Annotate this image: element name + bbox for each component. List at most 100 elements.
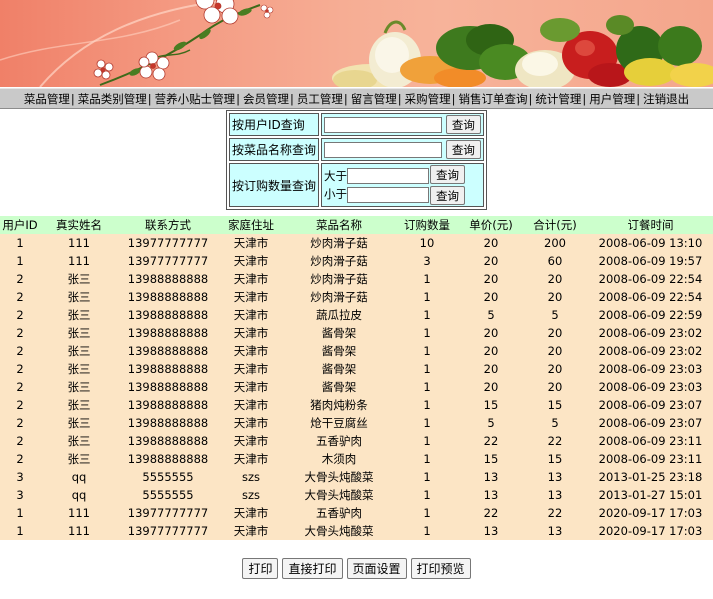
table-cell: 111 (40, 522, 118, 540)
query-by-dish-name-button[interactable]: 查询 (445, 140, 481, 159)
nav-item-4[interactable]: 员工管理 (296, 91, 344, 107)
table-cell: 2 (0, 270, 40, 288)
table-row: 1 111 13977777777 天津市 大骨头炖酸菜 1 13 13 2020-09-17 … (0, 522, 713, 540)
query-greater-button[interactable]: 查询 (430, 165, 466, 184)
dish-name-input[interactable] (324, 141, 443, 158)
table-cell: 200 (522, 234, 588, 252)
table-cell: 2013-01-25 23:18 (588, 468, 713, 486)
table-cell: 2008-06-09 23:03 (588, 360, 713, 378)
table-cell: 张三 (40, 396, 118, 414)
table-cell: 20 (460, 288, 522, 306)
print-button[interactable]: 打印 (242, 558, 279, 579)
table-cell: 20 (522, 378, 588, 396)
table-cell: 13988888888 (118, 432, 218, 450)
table-cell: 天津市 (218, 324, 284, 342)
table-row: 2 张三 13988888888 天津市 炒肉滑子菇 1 20 20 2008-06-09 22… (0, 288, 713, 306)
direct-print-button[interactable]: 直接打印 (282, 558, 343, 579)
nav-item-8[interactable]: 统计管理 (534, 91, 582, 107)
table-cell: 天津市 (218, 288, 284, 306)
banner-artwork (0, 0, 713, 87)
column-header: 真实姓名 (40, 216, 118, 234)
flower-small (93, 59, 114, 80)
column-header: 菜品名称 (284, 216, 394, 234)
table-cell: 酱骨架 (284, 324, 394, 342)
table-cell: 张三 (40, 378, 118, 396)
quantity-min-input[interactable] (347, 168, 430, 184)
table-cell: 20 (522, 342, 588, 360)
table-cell: 张三 (40, 432, 118, 450)
table-cell: 天津市 (218, 450, 284, 468)
print-preview-button[interactable]: 打印预览 (410, 558, 471, 579)
table-cell: 13 (460, 468, 522, 486)
table-cell: szs (218, 468, 284, 486)
table-cell: 酱骨架 (284, 378, 394, 396)
nav-item-1[interactable]: 菜品类别管理 (77, 91, 148, 107)
table-cell: 天津市 (218, 270, 284, 288)
table-row: 2 张三 13988888888 天津市 炒肉滑子菇 1 20 20 2008-06-09 22… (0, 270, 713, 288)
table-cell: 15 (522, 396, 588, 414)
table-cell: 2 (0, 306, 40, 324)
table-cell: 张三 (40, 288, 118, 306)
table-cell: 1 (394, 270, 460, 288)
table-cell: 2008-06-09 23:02 (588, 324, 713, 342)
table-cell: 2008-06-09 22:54 (588, 270, 713, 288)
query-by-dish-name-label: 按菜品名称查询 (229, 138, 320, 161)
table-cell: 13988888888 (118, 306, 218, 324)
table-cell: 2 (0, 324, 40, 342)
column-header: 订餐时间 (588, 216, 713, 234)
nav-item-10[interactable]: 注销退出 (642, 91, 690, 107)
table-cell: 1 (0, 504, 40, 522)
table-cell: 15 (460, 450, 522, 468)
table-cell: 22 (522, 504, 588, 522)
table-cell: 13977777777 (118, 504, 218, 522)
table-cell: 13988888888 (118, 414, 218, 432)
table-cell: 2008-06-09 22:54 (588, 288, 713, 306)
table-cell: 20 (460, 360, 522, 378)
user-id-input[interactable] (324, 116, 443, 133)
table-cell: 2008-06-09 19:57 (588, 252, 713, 270)
query-by-user-id-button[interactable]: 查询 (445, 115, 481, 134)
table-cell: 2008-06-09 23:07 (588, 414, 713, 432)
table-cell: 13 (460, 486, 522, 504)
column-header: 用户ID (0, 216, 40, 234)
table-cell: 1 (394, 378, 460, 396)
table-cell: 13977777777 (118, 522, 218, 540)
nav-item-2[interactable]: 营养小贴士管理 (154, 91, 237, 107)
nav-item-6[interactable]: 采购管理 (404, 91, 452, 107)
nav-item-7[interactable]: 销售订单查询 (458, 91, 529, 107)
table-cell: 张三 (40, 324, 118, 342)
table-cell: 炒肉滑子菇 (284, 288, 394, 306)
column-header: 订购数量 (394, 216, 460, 234)
nav-item-5[interactable]: 留言管理 (350, 91, 398, 107)
query-by-quantity-label: 按订购数量查询 (229, 163, 320, 207)
table-cell: 2 (0, 450, 40, 468)
table-cell: 20 (460, 324, 522, 342)
table-cell: 大骨头炖酸菜 (284, 468, 394, 486)
quantity-max-input[interactable] (347, 186, 430, 203)
table-cell: 20 (460, 270, 522, 288)
table-cell: 20 (460, 234, 522, 252)
table-cell: 2008-06-09 23:02 (588, 342, 713, 360)
table-cell: 5 (460, 414, 522, 432)
table-cell: 1 (394, 288, 460, 306)
page-setup-button[interactable]: 页面设置 (346, 558, 407, 579)
table-cell: 20 (522, 270, 588, 288)
table-cell: 2013-01-27 15:01 (588, 486, 713, 504)
nav-item-3[interactable]: 会员管理 (242, 91, 290, 107)
flower-large (195, 0, 239, 25)
table-cell: 20 (460, 378, 522, 396)
query-less-button[interactable]: 查询 (430, 186, 466, 205)
nav-item-9[interactable]: 用户管理 (588, 91, 636, 107)
table-cell: 天津市 (218, 504, 284, 522)
less-than-label: 小于 (324, 187, 348, 201)
table-cell: 13977777777 (118, 234, 218, 252)
table-cell: 五香驴肉 (284, 432, 394, 450)
table-cell: 2 (0, 432, 40, 450)
nav-item-0[interactable]: 菜品管理 (23, 91, 71, 107)
table-row: 2 张三 13988888888 天津市 炝干豆腐丝 1 5 5 2008-06-09 23:0… (0, 414, 713, 432)
table-cell: 20 (522, 288, 588, 306)
table-cell: 2 (0, 342, 40, 360)
table-cell: 1 (394, 486, 460, 504)
table-cell: 天津市 (218, 414, 284, 432)
table-cell: 20 (460, 252, 522, 270)
